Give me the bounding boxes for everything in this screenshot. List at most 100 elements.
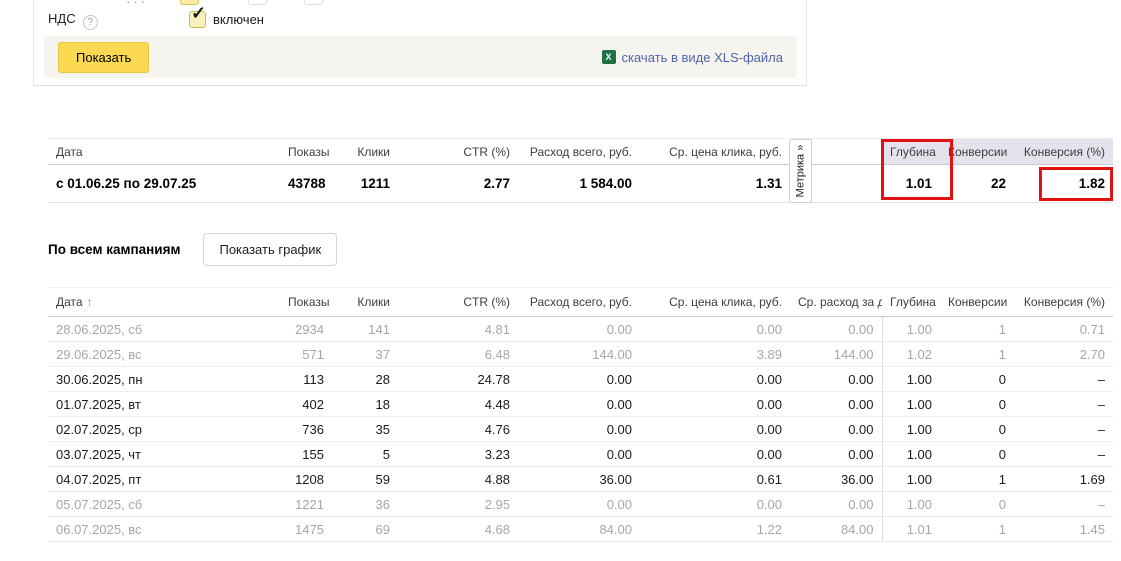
- ellipsis-icon: ···: [126, 0, 148, 9]
- table-cell: 0.00: [640, 417, 790, 442]
- summary-cell: с 01.06.25 по 29.07.25: [48, 165, 280, 203]
- daily-col-header[interactable]: Глубина (стр.): [882, 288, 940, 317]
- table-cell: 0.00: [518, 317, 640, 342]
- help-icon[interactable]: ?: [83, 15, 98, 30]
- metrica-tab[interactable]: Метрика »: [789, 139, 812, 203]
- checkmark-icon: ✓: [191, 3, 206, 24]
- daily-col-header[interactable]: Расход всего, руб.: [518, 288, 640, 317]
- table-cell: 0.71: [1014, 317, 1113, 342]
- summary-cell: 1 584.00: [518, 165, 640, 203]
- table-row: 29.06.2025, вс571376.48144.003.89144.001…: [48, 342, 1113, 367]
- table-cell: 01.07.2025, вт: [48, 392, 280, 417]
- table-cell: 84.00: [518, 517, 640, 542]
- table-cell: 0.00: [640, 367, 790, 392]
- vat-checkbox[interactable]: ✓ включен: [189, 11, 264, 28]
- table-cell: 37: [332, 342, 398, 367]
- table-cell: 113: [280, 367, 332, 392]
- table-cell: 02.07.2025, ср: [48, 417, 280, 442]
- sort-asc-icon: ↑: [87, 295, 93, 309]
- table-row: 03.07.2025, чт15553.230.000.000.001.000–…: [48, 442, 1113, 467]
- table-cell: 1.00: [882, 467, 940, 492]
- table-cell: 0.00: [640, 442, 790, 467]
- table-row: 28.06.2025, сб29341414.810.000.000.001.0…: [48, 317, 1113, 342]
- daily-col-header[interactable]: CTR (%): [398, 288, 518, 317]
- xls-download-link[interactable]: X скачать в виде XLS-файла: [602, 50, 784, 65]
- table-cell: 0.00: [518, 392, 640, 417]
- partial-checkbox[interactable]: [248, 0, 267, 5]
- partial-checkbox[interactable]: [304, 0, 323, 5]
- metrica-tab-spacer: [812, 165, 882, 203]
- table-cell: 35: [332, 417, 398, 442]
- xls-link-label: скачать в виде XLS-файла: [622, 50, 784, 65]
- daily-col-header[interactable]: Дата↑: [48, 288, 280, 317]
- statistics-page: ··· НДС? ✓ включен Показать X скачать в …: [0, 0, 1121, 561]
- summary-col-header: CTR (%): [398, 139, 518, 165]
- table-cell: –: [1014, 442, 1113, 467]
- summary-col-header: Расход всего, руб.: [518, 139, 640, 165]
- table-cell: 28: [332, 367, 398, 392]
- table-cell: 1: [940, 467, 1014, 492]
- table-cell: 0.00: [790, 392, 882, 417]
- table-cell: 06.07.2025, вс: [48, 517, 280, 542]
- table-cell: 1.01: [882, 517, 940, 542]
- table-cell: 4.48: [398, 392, 518, 417]
- summary-col-header: Дата: [48, 139, 280, 165]
- table-cell: 28.06.2025, сб: [48, 317, 280, 342]
- vat-row: НДС? ✓ включен: [48, 11, 788, 31]
- table-cell: 4.81: [398, 317, 518, 342]
- table-cell: 2.95: [398, 492, 518, 517]
- table-cell: 1.22: [640, 517, 790, 542]
- summary-header-row: ДатаПоказыКликиCTR (%)Расход всего, руб.…: [48, 139, 1113, 165]
- table-row: 05.07.2025, сб1221362.950.000.000.001.00…: [48, 492, 1113, 517]
- table-cell: 04.07.2025, пт: [48, 467, 280, 492]
- table-cell: –: [1014, 367, 1113, 392]
- summary-col-header: Клики: [332, 139, 398, 165]
- daily-col-header[interactable]: Конверсия (%): [1014, 288, 1113, 317]
- table-cell: 0.00: [518, 367, 640, 392]
- table-row: 30.06.2025, пн1132824.780.000.000.001.00…: [48, 367, 1113, 392]
- show-chart-button[interactable]: Показать график: [203, 233, 337, 266]
- table-cell: 29.06.2025, вс: [48, 342, 280, 367]
- table-cell: 1.00: [882, 317, 940, 342]
- table-cell: 24.78: [398, 367, 518, 392]
- show-button[interactable]: Показать: [58, 42, 149, 73]
- table-cell: 1.45: [1014, 517, 1113, 542]
- table-cell: 4.76: [398, 417, 518, 442]
- table-cell: 0.00: [518, 442, 640, 467]
- table-cell: 0.00: [790, 417, 882, 442]
- daily-col-header[interactable]: Показы: [280, 288, 332, 317]
- daily-col-header[interactable]: Конверсии: [940, 288, 1014, 317]
- table-cell: 571: [280, 342, 332, 367]
- table-cell: 0: [940, 392, 1014, 417]
- table-cell: 0.00: [790, 317, 882, 342]
- campaigns-section-header: По всем кампаниям Показать график: [48, 233, 337, 266]
- table-cell: 1: [940, 317, 1014, 342]
- summary-cell: 2.77: [398, 165, 518, 203]
- daily-header-row: Дата↑ПоказыКликиCTR (%)Расход всего, руб…: [48, 288, 1113, 317]
- highlight-box-goal-cost: [1039, 167, 1113, 201]
- daily-col-header[interactable]: Ср. цена клика, руб.: [640, 288, 790, 317]
- summary-cell: 1.31: [640, 165, 790, 203]
- table-cell: 36: [332, 492, 398, 517]
- table-cell: 1: [940, 517, 1014, 542]
- table-cell: 402: [280, 392, 332, 417]
- excel-icon: X: [602, 50, 616, 64]
- table-cell: 0: [940, 417, 1014, 442]
- table-cell: 1.02: [882, 342, 940, 367]
- table-cell: –: [1014, 417, 1113, 442]
- table-cell: 6.48: [398, 342, 518, 367]
- table-cell: 1221: [280, 492, 332, 517]
- checkbox-box[interactable]: ✓: [189, 11, 206, 28]
- table-cell: 141: [332, 317, 398, 342]
- table-cell: –: [1014, 492, 1113, 517]
- summary-total-row: с 01.06.25 по 29.07.254378812112.771 584…: [48, 165, 1113, 203]
- daily-col-header[interactable]: Клики: [332, 288, 398, 317]
- table-cell: 1.00: [882, 367, 940, 392]
- daily-col-header[interactable]: Ср. расход за день, руб.: [790, 288, 882, 317]
- table-cell: 0.61: [640, 467, 790, 492]
- table-cell: 0.00: [518, 492, 640, 517]
- table-cell: 0.00: [790, 492, 882, 517]
- table-row: 01.07.2025, вт402184.480.000.000.001.000…: [48, 392, 1113, 417]
- table-cell: 0: [940, 492, 1014, 517]
- table-cell: 2934: [280, 317, 332, 342]
